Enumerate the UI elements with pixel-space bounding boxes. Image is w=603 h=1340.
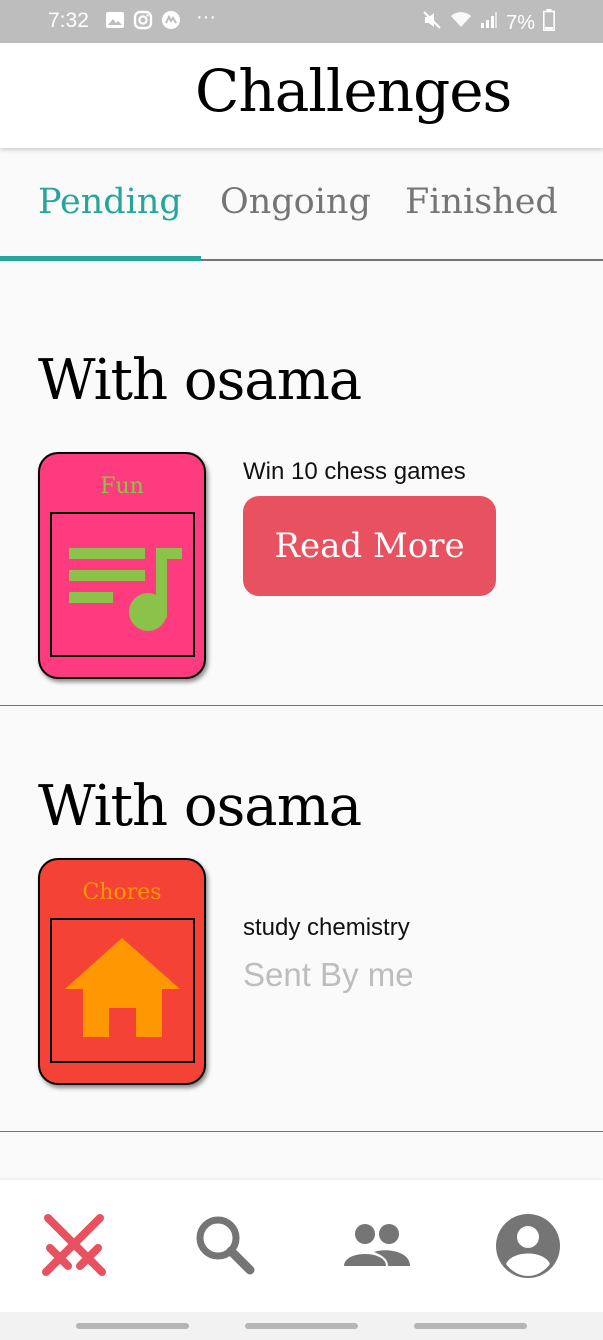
category-card-fun[interactable]: Fun bbox=[38, 452, 206, 679]
people-icon bbox=[344, 1224, 410, 1266]
nav-profile[interactable] bbox=[492, 1210, 564, 1282]
gesture-handle-center[interactable] bbox=[245, 1323, 358, 1329]
swords-icon bbox=[42, 1214, 106, 1276]
page-title: Challenges bbox=[195, 57, 512, 125]
challenge-heading: With osama bbox=[38, 348, 362, 413]
mute-icon bbox=[422, 10, 442, 36]
challenge-description: study chemistry bbox=[243, 914, 410, 941]
instagram-icon bbox=[133, 10, 153, 34]
nav-challenges[interactable] bbox=[38, 1210, 110, 1282]
category-icon-frame bbox=[50, 512, 195, 657]
challenge-description: Win 10 chess games bbox=[243, 458, 466, 485]
tab-ongoing[interactable]: Ongoing bbox=[220, 182, 371, 222]
app-bar: Challenges bbox=[0, 43, 603, 148]
app-icon bbox=[161, 10, 181, 34]
gesture-bar bbox=[0, 1312, 603, 1340]
sent-by-status: Sent By me bbox=[243, 956, 414, 993]
challenge-item: With osama Fun Win 10 chess games Read M… bbox=[0, 280, 603, 706]
tab-bar: Pending Ongoing Finished bbox=[0, 149, 603, 261]
tab-pending[interactable]: Pending bbox=[38, 182, 182, 222]
status-time: 7:32 bbox=[48, 9, 89, 32]
tab-indicator bbox=[0, 256, 201, 261]
nav-friends[interactable] bbox=[340, 1210, 412, 1282]
status-bar: 7:32 ··· 7% bbox=[0, 0, 603, 43]
challenge-heading: With osama bbox=[38, 774, 362, 839]
bottom-navigation bbox=[0, 1180, 603, 1312]
tab-finished[interactable]: Finished bbox=[405, 182, 558, 222]
gallery-icon bbox=[105, 10, 125, 34]
music-list-icon bbox=[69, 548, 182, 631]
category-card-chores[interactable]: Chores bbox=[38, 858, 206, 1085]
signal-icon bbox=[480, 10, 498, 36]
home-icon bbox=[65, 938, 180, 1037]
battery-level: 7% bbox=[506, 11, 535, 34]
wifi-icon bbox=[450, 10, 472, 36]
category-label: Fun bbox=[100, 474, 144, 499]
category-label: Chores bbox=[82, 880, 162, 905]
more-icon: ··· bbox=[196, 6, 216, 28]
account-icon bbox=[496, 1214, 560, 1278]
category-icon-frame bbox=[50, 918, 195, 1063]
nav-search[interactable] bbox=[188, 1210, 260, 1282]
challenge-item: With osama Chores study chemistry Sent B… bbox=[0, 706, 603, 1132]
search-icon bbox=[196, 1216, 255, 1275]
read-more-button[interactable]: Read More bbox=[243, 496, 496, 596]
battery-icon bbox=[543, 9, 555, 37]
gesture-handle-left[interactable] bbox=[76, 1323, 189, 1329]
gesture-handle-right[interactable] bbox=[414, 1323, 527, 1329]
